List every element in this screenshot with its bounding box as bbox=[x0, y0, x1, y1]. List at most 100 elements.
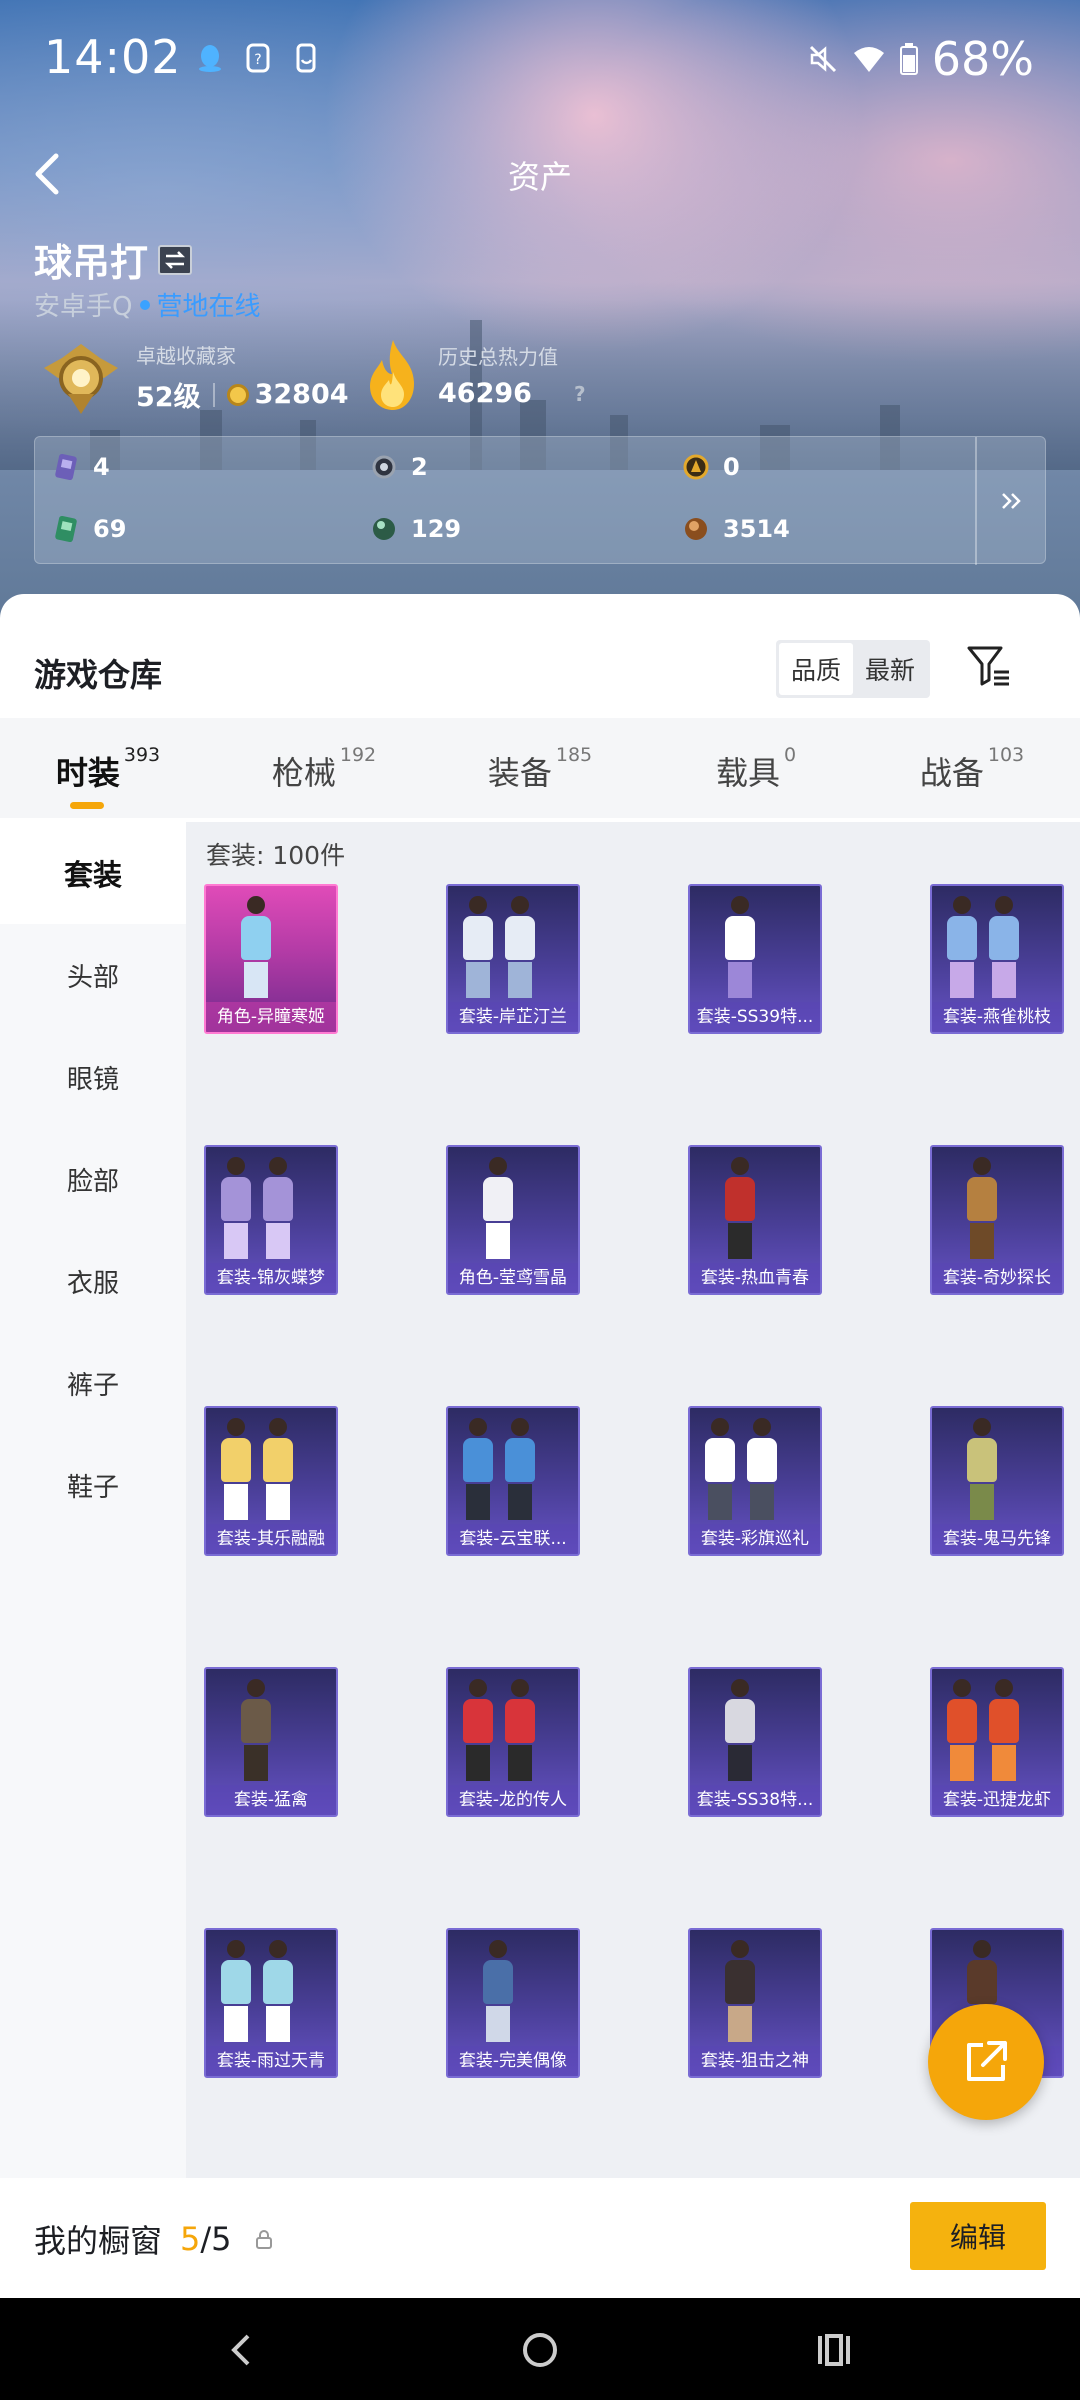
outfit-card[interactable]: 套装-迅捷龙虾 bbox=[930, 1667, 1064, 1817]
outfit-card[interactable]: 套装-彩旗巡礼 bbox=[688, 1406, 822, 1556]
outfit-preview-figure bbox=[967, 1157, 997, 1259]
outfit-card[interactable]: 套装-SS38特... bbox=[688, 1667, 822, 1817]
outfit-card-label: 套装-猛禽 bbox=[206, 1785, 336, 1815]
active-tab-indicator bbox=[70, 802, 104, 809]
system-nav-bar bbox=[0, 2298, 1080, 2400]
outfit-preview-figure bbox=[263, 1418, 293, 1520]
battery-percent: 68% bbox=[931, 32, 1034, 86]
showcase-total: /5 bbox=[200, 2220, 232, 2258]
outfit-card-label: 套装-鬼马先锋 bbox=[932, 1524, 1062, 1554]
nav-back-icon[interactable] bbox=[218, 2326, 266, 2374]
outfit-card[interactable]: 套装-鬼马先锋 bbox=[930, 1406, 1064, 1556]
tab-guns[interactable]: 枪械 192 bbox=[216, 718, 432, 818]
outfit-preview-figure bbox=[947, 896, 977, 998]
stat-item[interactable]: 3514 bbox=[683, 515, 790, 543]
server-status: 安卓手Q 营地在线 bbox=[34, 286, 260, 323]
svg-text:?: ? bbox=[254, 52, 261, 68]
outfit-card[interactable]: 套装-完美偶像 bbox=[446, 1928, 580, 2078]
nav-recents-icon[interactable] bbox=[810, 2326, 858, 2374]
category-tabs: 时装 393 枪械 192 装备 185 载具 0 战备 103 bbox=[0, 718, 1080, 818]
outfit-card[interactable]: 套装-岸芷汀兰 bbox=[446, 884, 580, 1034]
outfit-preview-figure bbox=[705, 1418, 735, 1520]
outfit-preview-figure bbox=[505, 1679, 535, 1781]
warehouse-sheet: 游戏仓库 品质 最新 时装 393 枪械 192 装备 185 载具 0 战备 103 套… bbox=[0, 594, 1080, 2178]
sort-quality-button[interactable]: 品质 bbox=[779, 643, 854, 695]
tab-supplies[interactable]: 战备 103 bbox=[864, 718, 1080, 818]
stat-item[interactable]: 4 bbox=[53, 453, 110, 481]
battery-icon bbox=[899, 43, 918, 75]
outfit-card[interactable]: 套装-热血青春 bbox=[688, 1145, 822, 1295]
sub-item-shoes[interactable]: 鞋子 bbox=[0, 1434, 186, 1536]
sub-item-head[interactable]: 头部 bbox=[0, 924, 186, 1026]
outfit-card-label: 套装-锦灰蝶梦 bbox=[206, 1263, 336, 1293]
edit-button[interactable]: 编辑 bbox=[910, 2202, 1046, 2270]
outfit-card-label: 套装-龙的传人 bbox=[448, 1785, 578, 1815]
sub-item-glasses[interactable]: 眼镜 bbox=[0, 1026, 186, 1128]
outfit-preview-figure bbox=[989, 1679, 1019, 1781]
outfit-card-label: 套装-狙击之神 bbox=[690, 2046, 820, 2076]
outfit-card[interactable]: 套装-奇妙探长 bbox=[930, 1145, 1064, 1295]
outfit-preview-figure bbox=[463, 1679, 493, 1781]
stats-more-button[interactable] bbox=[975, 437, 1045, 565]
outfit-card-label: 套装-燕雀桃枝 bbox=[932, 1002, 1062, 1032]
sub-item-face[interactable]: 脸部 bbox=[0, 1128, 186, 1230]
outfit-card[interactable]: 套装-燕雀桃枝 bbox=[930, 884, 1064, 1034]
outfit-preview-figure bbox=[725, 1679, 755, 1781]
outfit-card-label: 套装-完美偶像 bbox=[448, 2046, 578, 2076]
outfit-card[interactable]: 角色-异瞳寒姬 bbox=[204, 884, 338, 1034]
collector-level: 52级 bbox=[136, 382, 201, 413]
outfit-card-label: 角色-异瞳寒姬 bbox=[206, 1002, 336, 1032]
filter-icon[interactable] bbox=[966, 644, 1012, 688]
heat-value: 46296 bbox=[438, 378, 532, 409]
stat-item[interactable]: 69 bbox=[53, 515, 126, 543]
outfit-preview-figure bbox=[221, 1157, 251, 1259]
outfit-card[interactable]: 套装-SS39特... bbox=[688, 884, 822, 1034]
outfit-preview-figure bbox=[505, 1418, 535, 1520]
heat-value-block[interactable]: 历史总热力值 46296 ? bbox=[362, 338, 586, 412]
outfit-card[interactable]: 角色-莹鸢雪晶 bbox=[446, 1145, 580, 1295]
nav-home-icon[interactable] bbox=[516, 2326, 564, 2374]
sub-category-menu: 套装 头部 眼镜 脸部 衣服 裤子 鞋子 bbox=[0, 822, 186, 2178]
sort-latest-button[interactable]: 最新 bbox=[853, 643, 927, 695]
outfit-card-label: 套装-迅捷龙虾 bbox=[932, 1785, 1062, 1815]
collector-rank[interactable]: 卓越收藏家 52级 32804 bbox=[38, 338, 349, 416]
outfit-preview-figure bbox=[483, 1940, 513, 2042]
outfit-card[interactable]: 套装-锦灰蝶梦 bbox=[204, 1145, 338, 1295]
tab-fashion[interactable]: 时装 393 bbox=[0, 718, 216, 818]
sort-toggle: 品质 最新 bbox=[776, 640, 931, 698]
help-icon[interactable]: ? bbox=[574, 382, 586, 406]
tab-equipment[interactable]: 装备 185 bbox=[432, 718, 648, 818]
tab-vehicles[interactable]: 载具 0 bbox=[648, 718, 864, 818]
orb-icon bbox=[373, 518, 395, 540]
outfit-card[interactable]: 套装-猛禽 bbox=[204, 1667, 338, 1817]
outfit-preview-figure bbox=[263, 1157, 293, 1259]
stat-item[interactable]: 0 bbox=[683, 453, 740, 481]
sub-item-suits[interactable]: 套装 bbox=[0, 822, 186, 924]
share-button[interactable] bbox=[928, 2004, 1044, 2120]
outfit-card[interactable]: 套装-其乐融融 bbox=[204, 1406, 338, 1556]
outfit-preview-figure bbox=[947, 1679, 977, 1781]
sub-item-pants[interactable]: 裤子 bbox=[0, 1332, 186, 1434]
coin-count: 32804 bbox=[254, 379, 349, 410]
outfit-card-label: 套装-SS39特... bbox=[690, 1002, 820, 1032]
outfit-preview-figure bbox=[263, 1940, 293, 2042]
outfit-preview-figure bbox=[483, 1157, 513, 1259]
outfit-preview-figure bbox=[505, 896, 535, 998]
item-count: 套装: 100件 bbox=[206, 841, 346, 870]
outfit-card[interactable]: 套装-狙击之神 bbox=[688, 1928, 822, 2078]
item-grid: 套装: 100件 角色-异瞳寒姬 套装-岸芷汀兰 套装-SS39特... 套装-燕雀桃… bbox=[186, 822, 1080, 2178]
outfit-card[interactable]: 套装-龙的传人 bbox=[446, 1667, 580, 1817]
stat-item[interactable]: 2 bbox=[371, 453, 428, 481]
stat-item[interactable]: 129 bbox=[371, 515, 461, 543]
outfit-preview-figure bbox=[967, 1418, 997, 1520]
sub-item-clothes[interactable]: 衣服 bbox=[0, 1230, 186, 1332]
online-dot-icon bbox=[140, 299, 151, 310]
switch-account-icon[interactable] bbox=[158, 244, 193, 275]
share-icon bbox=[967, 2041, 1007, 2081]
showcase-bar: 我的橱窗 5 /5 编辑 bbox=[0, 2178, 1080, 2298]
outfit-card[interactable]: 套装-云宝联... bbox=[446, 1406, 580, 1556]
outfit-card-label: 套装-奇妙探长 bbox=[932, 1263, 1062, 1293]
outfit-card[interactable]: 套装-雨过天青 bbox=[204, 1928, 338, 2078]
bronze-coin-icon bbox=[685, 518, 707, 540]
status-right-group: 68% bbox=[808, 32, 1034, 86]
